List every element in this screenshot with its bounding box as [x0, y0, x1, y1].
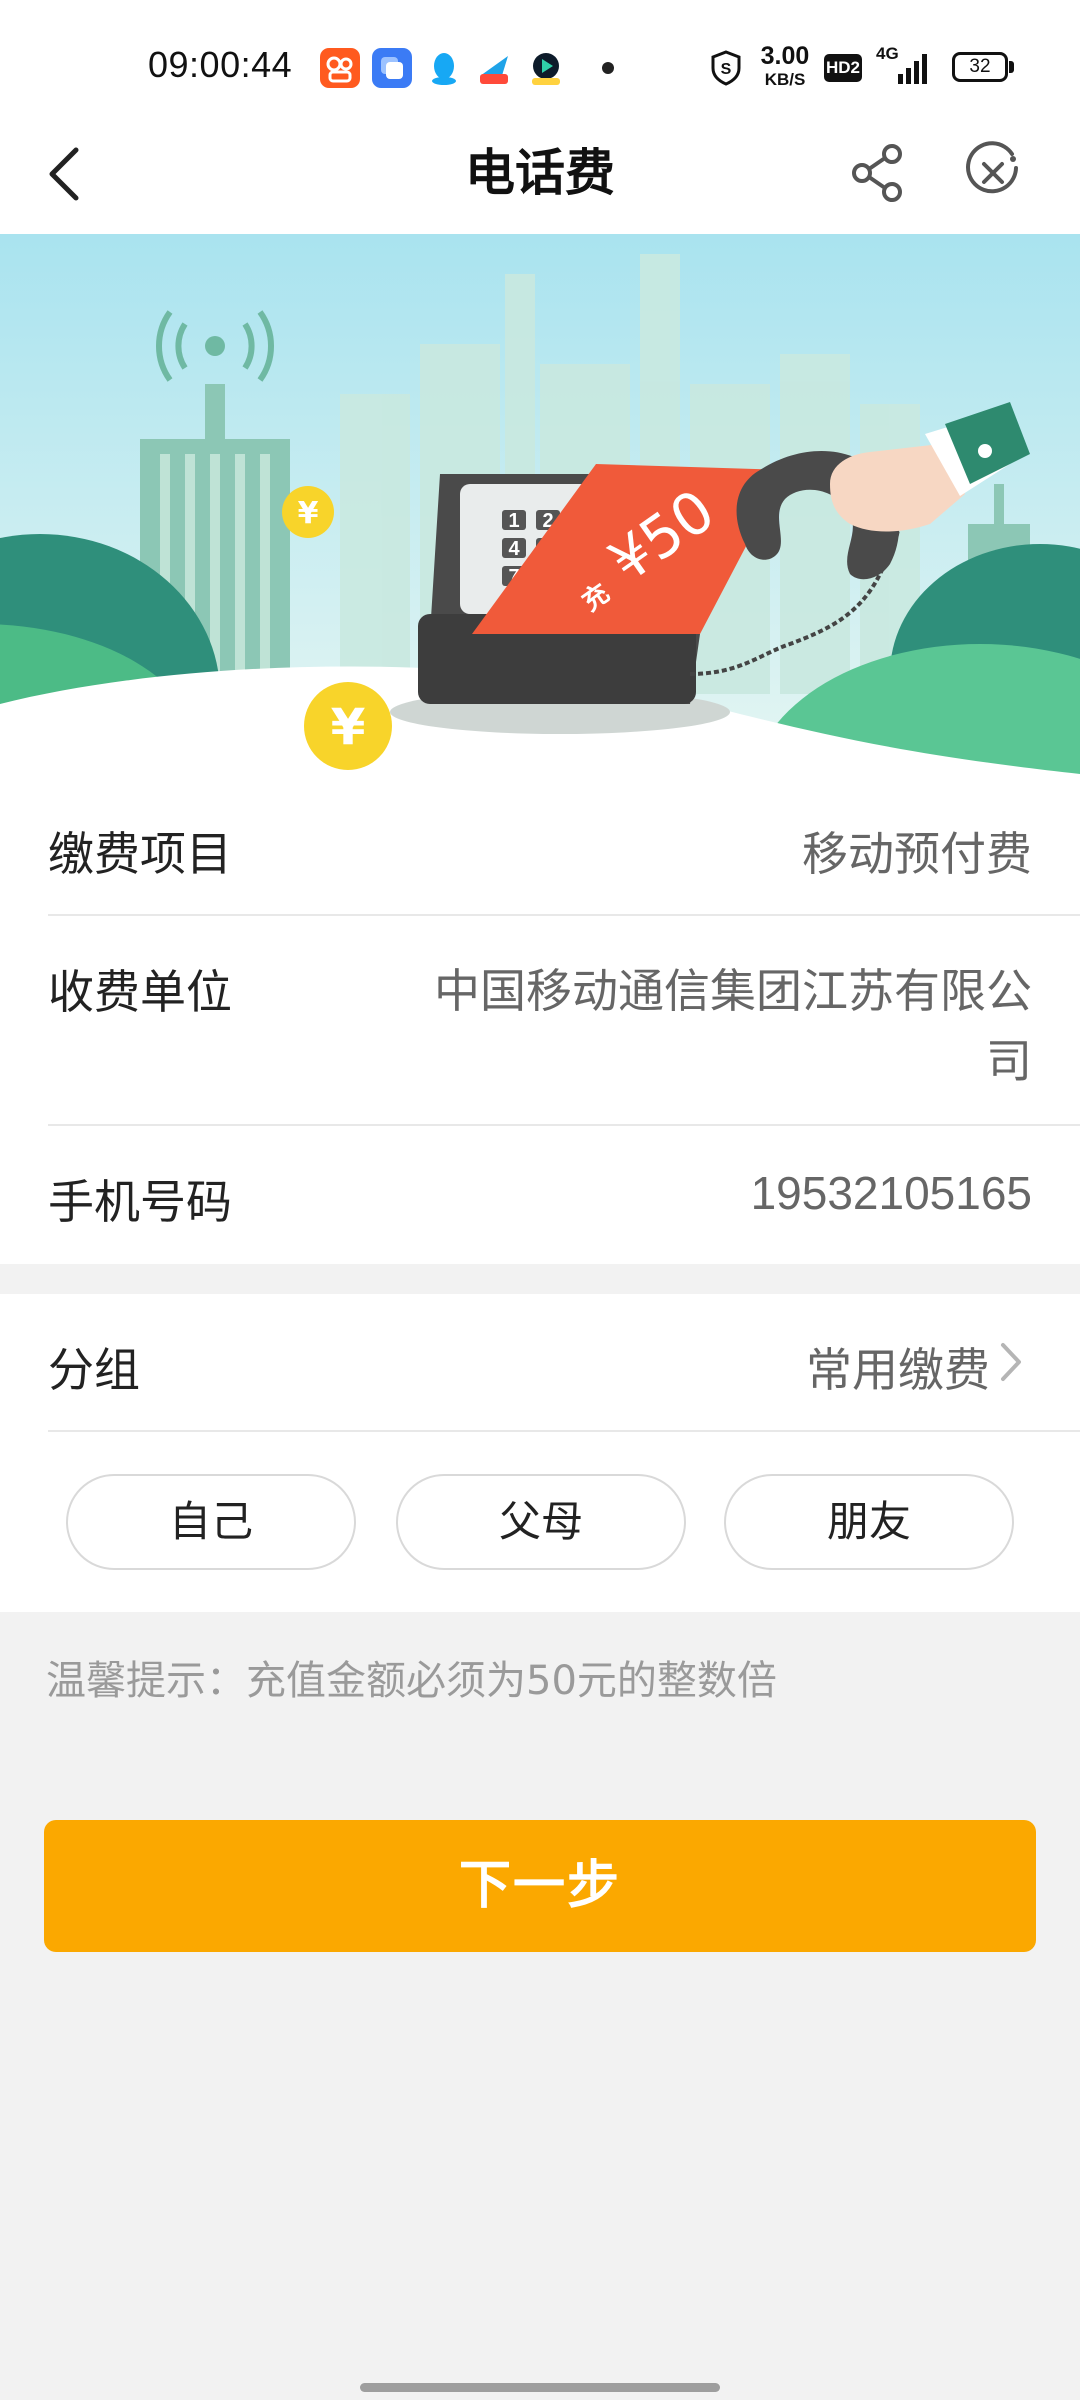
phone-number-label: 手机号码 [48, 1175, 232, 1229]
share-icon[interactable] [846, 140, 912, 206]
svg-text:¥: ¥ [298, 496, 319, 531]
group-value: 常用缴费 [806, 1343, 990, 1397]
close-circle-icon[interactable] [960, 140, 1026, 206]
notification-dot [602, 62, 614, 74]
svg-text:S: S [721, 61, 732, 78]
chip-parents[interactable]: 父母 [396, 1474, 686, 1570]
payment-item-label: 缴费项目 [48, 827, 232, 881]
chevron-left-icon[interactable] [40, 142, 90, 206]
network-speed: 3.00 KB/S [752, 42, 818, 89]
qq-app-icon [424, 48, 464, 88]
banner-illustration: ¥ ¥ ¥ 1 2 3 4 5 6 7 8 9 ¥50 充 [0, 234, 1080, 780]
coin-icon: ¥ [304, 682, 392, 770]
game-app-icon [474, 48, 514, 88]
group-label: 分组 [48, 1343, 140, 1397]
kuaishou-app-icon [320, 48, 360, 88]
status-time: 09:00:44 [148, 44, 293, 85]
next-step-button[interactable]: 下一步 [44, 1820, 1036, 1952]
chip-friends[interactable]: 朋友 [724, 1474, 1014, 1570]
payee-label: 收费单位 [48, 965, 232, 1019]
multitask-app-icon [372, 48, 412, 88]
battery-tip [1009, 61, 1014, 73]
payee-value: 中国移动通信集团江苏有限公司 [434, 964, 1032, 1088]
network-speed-value: 3.00 [760, 42, 810, 70]
recharge-tip: 温馨提示：充值金额必须为50元的整数倍 [46, 1658, 777, 1704]
payment-info-card: 缴费项目 移动预付费 收费单位 中国移动通信集团江苏有限公司 手机号码 1953… [0, 780, 1080, 1264]
chip-self[interactable]: 自己 [66, 1474, 356, 1570]
group-row[interactable]: 分组 常用缴费 [48, 1294, 1080, 1432]
network-speed-unit: KB/S [764, 70, 806, 89]
payment-item-value: 移动预付费 [802, 827, 1032, 881]
nav-bar: 电话费 [0, 118, 1080, 234]
signal-bars-icon [898, 54, 927, 84]
status-bar: 09:00:44 S 3.00 KB/S HD2 4G 32 [0, 0, 1080, 118]
payment-item-row: 缴费项目 移动预付费 [48, 780, 1080, 916]
payee-row: 收费单位 中国移动通信集团江苏有限公司 [48, 916, 1080, 1126]
svg-text:1: 1 [508, 510, 519, 532]
video-app-icon [526, 48, 566, 88]
battery-indicator: 32 [952, 52, 1008, 82]
phone-number-value: 19532105165 [750, 1167, 1032, 1219]
group-chips: 自己 父母 朋友 [0, 1474, 1080, 1570]
coin-icon: ¥ [282, 486, 334, 538]
chevron-right-icon [1001, 1343, 1021, 1381]
banner-art: ¥ ¥ ¥ 1 2 3 4 5 6 7 8 9 ¥50 充 [0, 234, 1080, 780]
group-card: 分组 常用缴费 自己 父母 朋友 [0, 1294, 1080, 1612]
vpn-shield-icon: S [706, 48, 746, 88]
page-title: 电话费 [465, 144, 615, 202]
phone-number-row: 手机号码 19532105165 [48, 1126, 1080, 1264]
home-indicator[interactable] [360, 2383, 720, 2392]
svg-text:4: 4 [508, 538, 520, 560]
hd-voice-badge: HD2 [824, 54, 862, 82]
svg-text:¥: ¥ [331, 698, 366, 756]
